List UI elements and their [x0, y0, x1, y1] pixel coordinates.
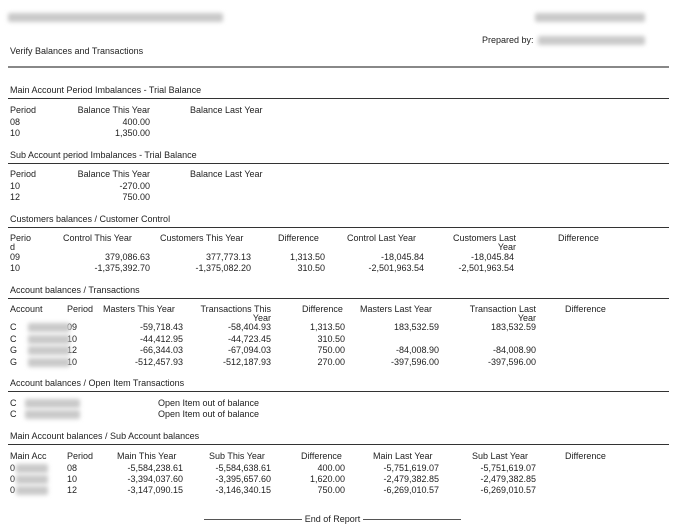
- table-cell: 10: [10, 128, 21, 138]
- table-cell: -2,501,963.54: [458, 263, 514, 273]
- table-cell: 12: [10, 192, 21, 202]
- table-cell: 1,350.00: [114, 128, 150, 138]
- table-cell: C: [10, 398, 17, 408]
- table-cell: 09: [10, 252, 21, 262]
- table-cell: -6,269,010.57: [480, 485, 536, 495]
- table-cell: 10: [10, 263, 21, 273]
- preparer-name-redacted: [538, 36, 645, 45]
- column-header: Balance This Year: [77, 169, 150, 179]
- section-divider: [8, 98, 669, 99]
- table-cell: 0: [10, 485, 16, 495]
- section-divider: [8, 444, 669, 445]
- table-cell: 08: [10, 117, 21, 127]
- table-cell: 0: [10, 474, 16, 484]
- section-title: Account balances / Transactions: [10, 285, 140, 295]
- table-cell: -84,008.90: [492, 345, 536, 355]
- section-title: Sub Account period Imbalances - Trial Ba…: [10, 150, 197, 160]
- report-title: Verify Balances and Transactions: [10, 46, 144, 56]
- table-cell: Open Item out of balance: [158, 409, 260, 419]
- column-header: Sub This Year: [209, 451, 265, 461]
- prepared-by-label: Prepared by:: [482, 35, 534, 45]
- table-cell: C: [10, 409, 17, 419]
- table-cell: -5,751,619.07: [480, 463, 536, 473]
- column-header: Period: [67, 451, 94, 461]
- section-divider: [8, 391, 669, 392]
- date-page-redacted: [535, 13, 645, 22]
- column-header: Main Last Year: [373, 451, 433, 461]
- table-cell: Open Item out of balance: [158, 398, 260, 408]
- table-cell: -2,479,382.85: [480, 474, 536, 484]
- table-cell: 183,532.59: [490, 322, 536, 332]
- company-name-redacted: [8, 13, 223, 22]
- table-cell: -18,045.84: [470, 252, 514, 262]
- section-title: Main Account Period Imbalances - Trial B…: [10, 85, 202, 95]
- column-header: Difference: [302, 304, 343, 314]
- column-header: Sub Last Year: [472, 451, 529, 461]
- section-divider: [8, 227, 669, 228]
- column-header: Difference: [278, 233, 319, 243]
- account-number-redacted: [16, 486, 48, 495]
- column-header: Control Last Year: [347, 233, 417, 243]
- table-cell: G: [10, 345, 18, 355]
- column-header: Balance Last Year: [190, 105, 263, 115]
- column-header: Main Acc: [10, 451, 47, 461]
- column-header: Difference: [565, 304, 606, 314]
- column-header: Balance Last Year: [190, 169, 263, 179]
- account-number-redacted: [25, 410, 80, 419]
- column-header: Balance This Year: [77, 105, 150, 115]
- account-number-redacted: [28, 357, 70, 367]
- header-divider: [8, 66, 669, 68]
- section-title: Customers balances / Customer Control: [10, 214, 171, 224]
- account-number-redacted: [28, 323, 70, 332]
- account-number-redacted: [28, 334, 70, 344]
- table-cell: -270.00: [119, 181, 150, 191]
- column-header: Customers Last Year: [452, 233, 516, 252]
- table-cell: 310.50: [317, 333, 345, 344]
- section-divider: [8, 298, 669, 299]
- table-cell: -397,596.00: [487, 356, 536, 367]
- section-title: Account balances / Open Item Transaction…: [10, 378, 185, 388]
- column-header: Transactions This Year: [200, 304, 271, 323]
- account-number-redacted: [25, 399, 80, 408]
- column-header: Difference: [301, 451, 342, 461]
- column-header: Customers This Year: [160, 233, 244, 243]
- account-number-redacted: [16, 475, 48, 484]
- end-of-report-label: End of Report: [304, 514, 361, 524]
- table-cell: C: [10, 333, 17, 344]
- section-title: Main Account balances / Sub Account bala…: [10, 431, 200, 441]
- table-cell: 400.00: [122, 117, 150, 127]
- column-header: Perio d: [10, 233, 32, 252]
- table-cell: C: [10, 322, 17, 332]
- column-header: Account: [10, 304, 43, 314]
- column-header: Period: [67, 304, 94, 314]
- table-cell: G: [10, 356, 18, 367]
- column-header: Difference: [565, 451, 606, 461]
- report-page: { "header": { "prepared_by_label": "Prep…: [0, 0, 680, 532]
- table-cell: 10: [10, 181, 21, 191]
- table-cell: 750.00: [122, 192, 150, 202]
- account-number-redacted: [28, 346, 70, 355]
- end-of-report: End of Report: [200, 514, 465, 525]
- section-divider: [8, 163, 669, 164]
- column-header: Transaction Last Year: [469, 304, 536, 323]
- column-header: Difference: [558, 233, 599, 243]
- column-header: Main This Year: [117, 451, 177, 461]
- account-number-redacted: [16, 464, 48, 473]
- table-cell: 0: [10, 463, 16, 473]
- column-header: Control This Year: [63, 233, 132, 243]
